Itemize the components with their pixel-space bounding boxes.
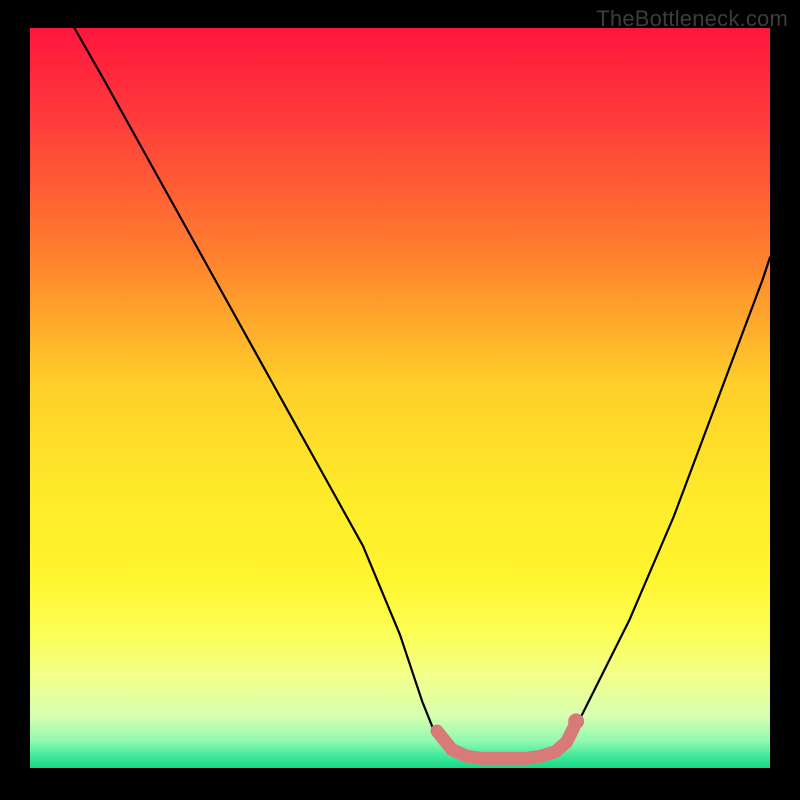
plot-area xyxy=(30,28,770,768)
gradient-background xyxy=(30,28,770,768)
attribution-text: TheBottleneck.com xyxy=(596,6,788,32)
valley-endpoint-dot xyxy=(568,713,584,729)
chart-frame: TheBottleneck.com xyxy=(0,0,800,800)
chart-svg xyxy=(30,28,770,768)
